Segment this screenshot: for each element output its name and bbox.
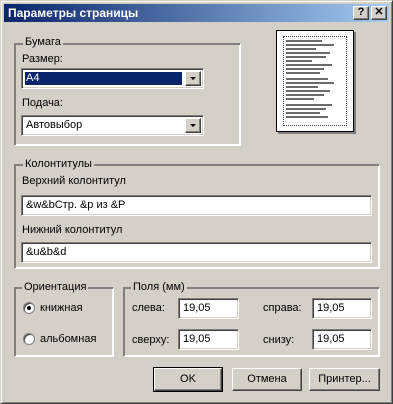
cancel-button[interactable]: Отмена xyxy=(232,368,302,391)
paper-source-select[interactable]: Автовыбор xyxy=(21,115,204,136)
preview-text-line xyxy=(286,56,326,58)
preview-text-line xyxy=(286,78,328,80)
preview-text-line xyxy=(286,48,316,50)
margin-right-value: 19,05 xyxy=(317,302,345,314)
header-input[interactable]: &w&bСтр. &p из &P xyxy=(21,195,372,216)
paper-source-value: Автовыбор xyxy=(26,119,83,131)
preview-text-line xyxy=(286,68,324,70)
orientation-group xyxy=(14,287,114,357)
footer-input-value: &u&b&d xyxy=(26,246,67,258)
margin-bottom-input[interactable]: 19,05 xyxy=(312,329,372,350)
orientation-group-label: Ориентация xyxy=(22,281,89,294)
help-button[interactable]: ? xyxy=(353,6,369,20)
paper-size-select[interactable]: A4 xyxy=(21,68,204,89)
header-input-value: &w&bСтр. &p из &P xyxy=(26,199,126,211)
paper-size-label: Размер: xyxy=(22,53,63,65)
chevron-down-icon[interactable] xyxy=(185,71,201,86)
preview-text-line xyxy=(286,108,326,110)
page-setup-dialog: Параметры страницы ? ✕ Бумага Размер: A4… xyxy=(0,0,393,404)
window-title: Параметры страницы xyxy=(8,6,139,20)
margin-left-label: слева: xyxy=(132,302,165,314)
close-button[interactable]: ✕ xyxy=(371,6,387,20)
chevron-down-icon[interactable] xyxy=(185,118,201,133)
preview-text-line xyxy=(286,90,330,92)
margin-right-label: справа: xyxy=(263,302,302,314)
landscape-label[interactable]: альбомная xyxy=(40,333,96,346)
headers-group-label: Колонтитулы xyxy=(23,158,94,171)
preview-text-line xyxy=(286,116,328,118)
header-label: Верхний колонтитул xyxy=(22,175,126,187)
margin-left-value: 19,05 xyxy=(183,302,211,314)
preview-text-line xyxy=(286,112,320,114)
preview-text-line xyxy=(286,82,334,84)
printer-button[interactable]: Принтер... xyxy=(309,368,380,391)
margin-top-label: сверху: xyxy=(132,334,170,346)
preview-text-line xyxy=(286,86,318,88)
margin-top-input[interactable]: 19,05 xyxy=(178,329,239,350)
footer-input[interactable]: &u&b&d xyxy=(21,242,372,263)
preview-text-line xyxy=(286,98,314,100)
preview-text-line xyxy=(286,44,334,46)
preview-text-line xyxy=(286,64,332,66)
landscape-radio[interactable] xyxy=(23,333,35,345)
preview-text-line xyxy=(286,72,320,74)
margin-bottom-label: снизу: xyxy=(263,334,295,346)
portrait-radio[interactable] xyxy=(23,302,35,314)
margin-right-input[interactable]: 19,05 xyxy=(312,298,372,319)
ok-button[interactable]: OK xyxy=(153,367,223,392)
preview-text-line xyxy=(286,60,312,62)
margins-group-label: Поля (мм) xyxy=(131,281,187,294)
footer-label: Нижний колонтитул xyxy=(22,224,123,236)
page-preview xyxy=(276,30,354,132)
margin-bottom-value: 19,05 xyxy=(317,333,345,345)
paper-group-label: Бумага xyxy=(23,36,63,49)
title-bar[interactable]: Параметры страницы ? ✕ xyxy=(4,4,389,22)
preview-text-line xyxy=(286,94,324,96)
margin-top-value: 19,05 xyxy=(183,333,211,345)
paper-source-label: Подача: xyxy=(22,97,63,109)
paper-size-value: A4 xyxy=(25,72,182,85)
portrait-label[interactable]: книжная xyxy=(40,302,83,315)
preview-text-line xyxy=(286,52,330,54)
margin-left-input[interactable]: 19,05 xyxy=(178,298,239,319)
preview-text-line xyxy=(286,104,332,106)
preview-text-line xyxy=(286,40,322,42)
